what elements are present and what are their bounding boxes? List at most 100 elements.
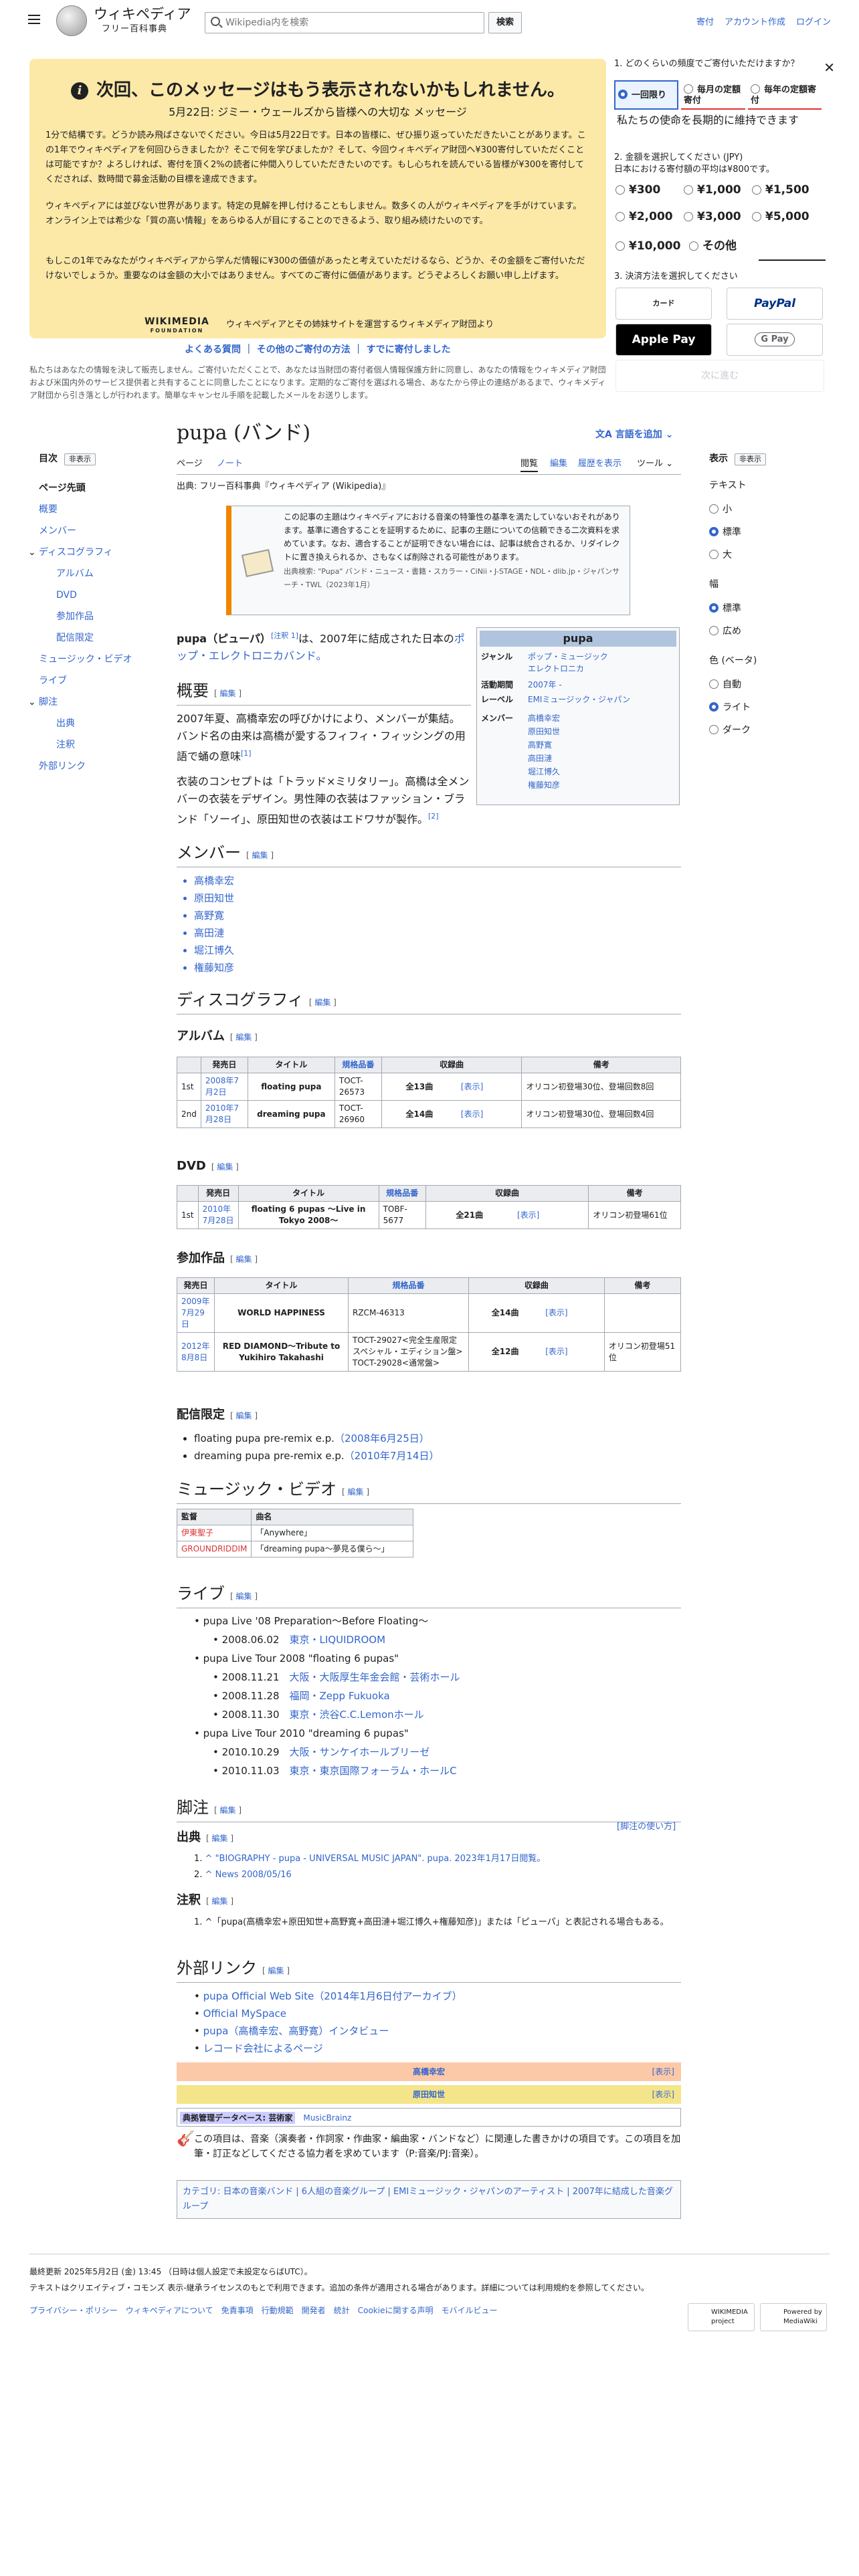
table-row: 2012年8月8日 RED DIAMOND～Tribute to Yukihiro… bbox=[177, 1332, 682, 1372]
banner-subtitle: 5月22日: ジミー・ウェールズから皆様への大切な メッセージ bbox=[169, 106, 467, 118]
tab-history[interactable]: 履歴を表示 bbox=[578, 457, 622, 471]
list-item: • 2008.06.02 東京・LIQUIDROOM bbox=[213, 1634, 386, 1646]
amount-300[interactable]: ¥300 bbox=[615, 182, 660, 199]
size-small[interactable]: 小 bbox=[709, 503, 732, 517]
toc-item-sources[interactable]: 出典 bbox=[56, 717, 75, 731]
list-item[interactable]: 高田漣 bbox=[194, 924, 234, 942]
freq-monthly[interactable]: 毎月の定額寄付 bbox=[681, 80, 745, 110]
list-item[interactable]: 高橋幸宏 bbox=[194, 872, 234, 889]
toc-item-participation[interactable]: 参加作品 bbox=[56, 610, 94, 624]
notice-icon bbox=[241, 549, 274, 577]
banner-links: よくある質問 ｜ その他のご寄付の方法 ｜ すでに寄付しました bbox=[185, 344, 451, 355]
list-item: • pupa Live Tour 2010 "dreaming 6 pupas" bbox=[194, 1727, 409, 1739]
album-table: 発売日 タイトル 規格品番 収録曲 備考 1st 2008年7月2日 floating pu… bbox=[177, 1057, 681, 1128]
amount-10000[interactable]: ¥10,000 bbox=[615, 238, 680, 255]
other-ways-link[interactable]: その他のご寄付の方法 bbox=[257, 344, 351, 355]
wikipedia-logo[interactable] bbox=[56, 5, 87, 36]
amount-5000[interactable]: ¥5,000 bbox=[752, 209, 809, 226]
chevron-down-icon[interactable]: ⌄ bbox=[28, 546, 36, 560]
reference-list: 1. ^ "BIOGRAPHY - pupa - UNIVERSAL MUSIC… bbox=[194, 1851, 545, 1883]
color-light[interactable]: ライト bbox=[709, 701, 751, 715]
toc-item-mv[interactable]: ミュージック・ビデオ bbox=[39, 653, 132, 667]
toc-item-overview[interactable]: 概要 bbox=[39, 503, 58, 517]
chevron-down-icon[interactable]: ⌄ bbox=[28, 695, 36, 710]
tab-tools[interactable]: ツール ⌄ bbox=[637, 457, 673, 471]
tab-read[interactable]: 閲覧 bbox=[520, 457, 539, 472]
menu-icon[interactable] bbox=[28, 15, 40, 24]
expand-button[interactable]: [表示] bbox=[456, 1100, 522, 1128]
faq-link[interactable]: よくある質問 bbox=[185, 344, 241, 355]
section-digital: 配信限定[ 編集 ] bbox=[177, 1408, 258, 1422]
list-item[interactable]: 原田知世 bbox=[194, 889, 234, 907]
login-link[interactable]: ログイン bbox=[796, 17, 831, 27]
toc-item-notes[interactable]: ⌄ 脚注 bbox=[28, 695, 58, 710]
amount-1500[interactable]: ¥1,500 bbox=[752, 182, 809, 199]
toc-title: 目次 bbox=[39, 453, 58, 464]
amount-1000[interactable]: ¥1,000 bbox=[684, 182, 741, 199]
toc-item-live[interactable]: ライブ bbox=[39, 674, 67, 688]
color-dark[interactable]: ダーク bbox=[709, 724, 751, 738]
toc-item-discography[interactable]: ⌄ ディスコグラフィ bbox=[28, 546, 113, 560]
donate-submit-button[interactable]: 次に進む bbox=[615, 360, 824, 392]
list-item: • pupa Official Web Site（2014年1月6日付アーカイブ… bbox=[194, 1990, 462, 2002]
toc-item-external[interactable]: 外部リンク bbox=[39, 760, 86, 774]
other-amount-input[interactable] bbox=[759, 245, 826, 261]
pay-card[interactable]: カード bbox=[615, 288, 712, 320]
color-auto[interactable]: 自動 bbox=[709, 678, 741, 692]
list-item[interactable]: 高野寛 bbox=[194, 907, 234, 924]
create-account-link[interactable]: アカウント作成 bbox=[725, 17, 785, 27]
list-item[interactable]: 権藤知彦 bbox=[194, 959, 234, 976]
amount-3000[interactable]: ¥3,000 bbox=[684, 209, 741, 226]
radio-icon bbox=[751, 84, 760, 94]
toc-item-dvd[interactable]: DVD bbox=[56, 588, 77, 603]
size-standard[interactable]: 標準 bbox=[709, 526, 741, 540]
expand-button[interactable]: [表示] bbox=[541, 1293, 605, 1333]
search-box[interactable] bbox=[205, 12, 484, 33]
radio-icon bbox=[684, 84, 693, 94]
payment-question: 3. 決済方法を選択してください bbox=[614, 272, 738, 282]
privacy-notice: 私たちはあなたの情報を決して販売しません。ご寄付いただくことで、あなたは当財団の… bbox=[29, 365, 606, 400]
toc-item-members[interactable]: メンバー bbox=[39, 524, 76, 538]
amount-question: 2. 金額を選択してください (JPY) bbox=[614, 152, 743, 163]
amount-2000[interactable]: ¥2,000 bbox=[615, 209, 673, 226]
info-icon: i bbox=[71, 82, 89, 100]
pay-applepay[interactable]: Apple Pay bbox=[615, 324, 712, 356]
size-large[interactable]: 大 bbox=[709, 548, 732, 562]
amount-other[interactable]: その他 bbox=[689, 238, 737, 255]
freq-once[interactable]: 一回限り bbox=[614, 80, 678, 110]
freq-yearly[interactable]: 毎年の定額寄付 bbox=[748, 80, 822, 110]
pay-googlepay[interactable]: G Pay bbox=[727, 324, 823, 356]
language-button[interactable]: 文A 言語を追加 ⌄ bbox=[595, 428, 673, 442]
wikimedia-project-badge[interactable]: WIKIMEDIA project bbox=[688, 2303, 755, 2331]
width-wide[interactable]: 広め bbox=[709, 625, 741, 639]
search-icon bbox=[211, 17, 220, 26]
close-icon[interactable]: ✕ bbox=[824, 58, 835, 78]
participation-table: 発売日 タイトル 規格品番 収録曲 備考 2009年7月29日 WORLD HAPPINE… bbox=[177, 1277, 682, 1372]
toc-item-annotations[interactable]: 注釈 bbox=[56, 738, 75, 752]
toc-item-album[interactable]: アルバム bbox=[56, 567, 94, 581]
tab-talk[interactable]: ノート bbox=[217, 457, 243, 471]
search-button[interactable]: 検索 bbox=[488, 12, 522, 33]
footnote-usage-link[interactable]: [脚注の使い方] bbox=[617, 1820, 676, 1834]
toc-hide-button[interactable]: 非表示 bbox=[64, 453, 96, 465]
tab-edit[interactable]: 編集 bbox=[550, 457, 567, 471]
toc-item-top[interactable]: ページ先頭 bbox=[39, 481, 86, 496]
member-list: 高橋幸宏 原田知世 高野寛 高田漣 堀江博久 権藤知彦 bbox=[194, 872, 234, 976]
list-item[interactable]: 堀江博久 bbox=[194, 942, 234, 959]
search-input[interactable] bbox=[225, 15, 473, 30]
expand-button[interactable]: [表示] bbox=[541, 1332, 605, 1372]
donate-link[interactable]: 寄付 bbox=[696, 17, 714, 27]
wiki-name[interactable]: ウィキペディア bbox=[94, 5, 191, 23]
text-size-label: テキスト bbox=[709, 480, 747, 491]
pay-paypal[interactable]: PayPal bbox=[727, 288, 823, 320]
fundraising-banner: i 次回、このメッセージはもう表示されないかもしれません。 5月22日: ジミー・… bbox=[29, 59, 606, 338]
already-donated-link[interactable]: すでに寄付しました bbox=[367, 344, 451, 355]
tab-page[interactable]: ページ bbox=[177, 457, 203, 471]
toc-item-digital[interactable]: 配信限定 bbox=[56, 631, 94, 645]
table-row: 1st 2008年7月2日 floating pupa TOCT-26573 全13曲[… bbox=[177, 1073, 681, 1101]
expand-button[interactable]: [表示] bbox=[512, 1201, 589, 1229]
expand-button[interactable]: [表示] bbox=[456, 1073, 522, 1101]
width-standard[interactable]: 標準 bbox=[709, 602, 741, 616]
appearance-hide-button[interactable]: 非表示 bbox=[735, 453, 766, 465]
mediawiki-badge[interactable]: Powered by MediaWiki bbox=[760, 2303, 827, 2331]
